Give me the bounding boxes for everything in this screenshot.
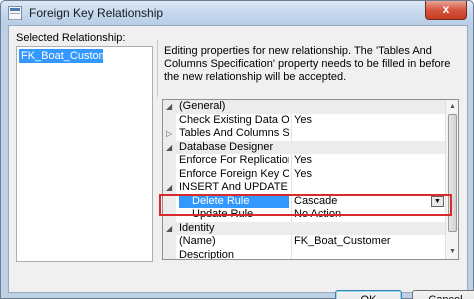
- collapse-icon[interactable]: ◢: [166, 141, 172, 154]
- column-separator: [291, 167, 292, 181]
- info-divider: [157, 40, 158, 97]
- row-gutter: [163, 235, 176, 249]
- property-row[interactable]: Enforce For Replication Yes: [163, 154, 446, 168]
- property-category[interactable]: ◢ Identity: [163, 221, 446, 235]
- property-value[interactable]: Yes: [294, 154, 444, 167]
- title-bar[interactable]: Foreign Key Relationship x: [1, 1, 473, 25]
- column-separator: [291, 181, 292, 195]
- property-category[interactable]: ◢ (General): [163, 100, 446, 114]
- close-button[interactable]: x: [425, 1, 467, 20]
- property-name: (Name): [179, 235, 216, 247]
- row-gutter: [163, 154, 176, 168]
- relationship-item[interactable]: FK_Boat_Customer*: [19, 49, 122, 63]
- property-name: Enforce For Replication: [179, 154, 289, 166]
- property-value[interactable]: FK_Boat_Customer: [294, 235, 444, 248]
- scroll-down-icon[interactable]: ▼: [447, 246, 458, 258]
- property-value[interactable]: Yes: [294, 114, 444, 127]
- column-separator: [291, 127, 292, 141]
- property-row[interactable]: Check Existing Data On Creati Yes: [163, 113, 446, 127]
- property-value[interactable]: Yes: [294, 168, 444, 181]
- ok-button[interactable]: OK: [335, 290, 402, 299]
- property-row[interactable]: ▷ Tables And Columns Specific: [163, 127, 446, 141]
- collapse-icon[interactable]: ◢: [166, 181, 172, 194]
- delete-rule-highlight-box: [159, 194, 452, 216]
- expand-icon[interactable]: ▷: [166, 127, 172, 140]
- vertical-scrollbar[interactable]: ▲ ▼: [445, 100, 458, 259]
- info-message: Editing properties for new relationship.…: [164, 45, 451, 83]
- column-separator: [291, 113, 292, 127]
- property-grid-rows: ◢ (General)Check Existing Data On Creati Y…: [163, 100, 446, 259]
- property-grid[interactable]: ◢ (General)Check Existing Data On Creati Y…: [162, 99, 459, 260]
- property-name: Check Existing Data On Creati: [179, 113, 289, 126]
- relationship-list[interactable]: FK_Boat_Customer*: [16, 46, 153, 262]
- property-name: Description: [179, 248, 235, 260]
- window-title: Foreign Key Relationship: [29, 6, 164, 20]
- row-gutter: [163, 113, 176, 127]
- property-name: Identity: [179, 221, 215, 234]
- foreign-key-relationship-dialog: Foreign Key Relationship x Selected Rela…: [0, 0, 474, 299]
- column-separator: [291, 154, 292, 168]
- property-name: Enforce Foreign Key Constrair: [179, 167, 289, 180]
- row-gutter: [163, 167, 176, 181]
- property-category[interactable]: ◢ Database Designer: [163, 140, 446, 154]
- property-name: Database Designer: [179, 140, 274, 153]
- property-row[interactable]: Description: [163, 248, 446, 260]
- column-separator: [291, 248, 292, 259]
- collapse-icon[interactable]: ◢: [166, 222, 172, 235]
- property-row[interactable]: ◢ INSERT And UPDATE Specific: [163, 181, 446, 195]
- row-gutter: [163, 248, 176, 259]
- column-separator: [291, 235, 292, 249]
- scroll-up-icon[interactable]: ▲: [447, 101, 458, 113]
- cancel-button[interactable]: Cancel: [412, 290, 474, 299]
- property-name: INSERT And UPDATE Specific: [179, 181, 289, 193]
- property-row[interactable]: (Name) FK_Boat_Customer: [163, 235, 446, 249]
- dialog-client-area: Selected Relationship: FK_Boat_Customer*…: [8, 25, 474, 299]
- table-icon: [8, 6, 22, 20]
- selected-relationship-label: Selected Relationship:: [16, 32, 126, 44]
- collapse-icon[interactable]: ◢: [166, 100, 172, 113]
- property-row[interactable]: Enforce Foreign Key Constrair Yes: [163, 167, 446, 181]
- property-name: (General): [179, 100, 226, 112]
- property-name: Tables And Columns Specific: [179, 127, 289, 139]
